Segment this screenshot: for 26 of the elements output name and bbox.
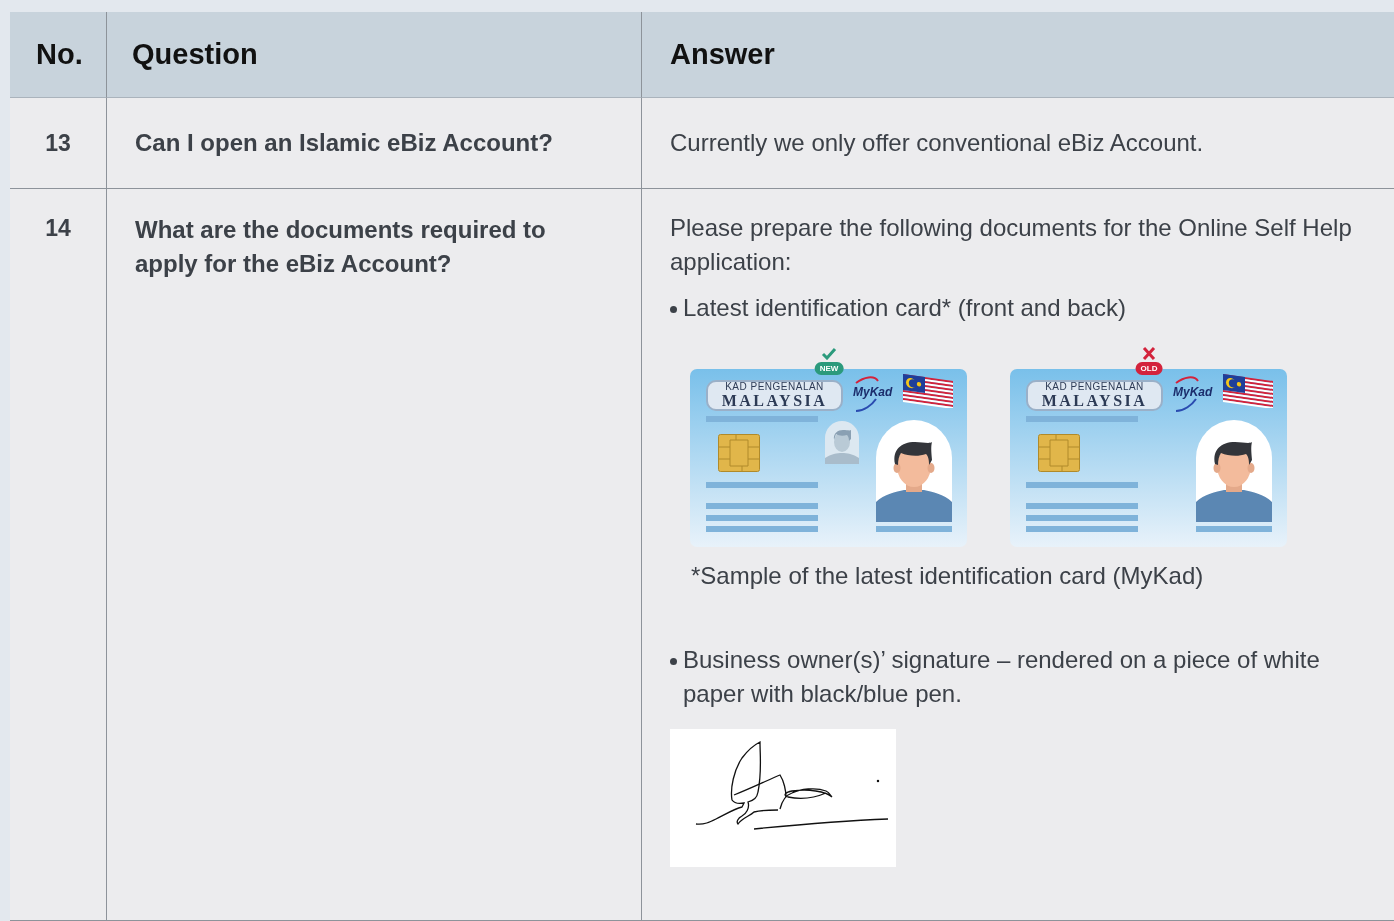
answer-text: Currently we only offer conventional eBiz Account. — [670, 128, 1204, 158]
answer-text: Please prepare the following documents for the Online Self Help application: — [670, 213, 1353, 277]
chip-icon — [1038, 434, 1080, 472]
status-badge: NEW — [814, 362, 844, 375]
column-header: Answer — [670, 38, 775, 71]
card-subtitle: MALAYSIA — [721, 392, 828, 410]
question-text: Can I open an Islamic eBiz Account? — [134, 128, 554, 158]
flag-icon — [1223, 374, 1273, 408]
card-title: KAD PENGENALAN — [1045, 381, 1144, 392]
card-title: KAD PENGENALAN — [725, 381, 824, 392]
column-header: Question — [132, 38, 258, 71]
column-header: No. — [36, 38, 83, 71]
question-text: What are the documents required to apply for the eBiz Account? — [134, 215, 547, 279]
flag-icon — [903, 374, 953, 408]
bullet-icon — [670, 658, 677, 665]
caption-text: *Sample of the latest identification card (MyKad) — [691, 561, 1205, 591]
mykad-logo: MyKad — [1173, 385, 1213, 399]
chip-icon — [718, 434, 760, 472]
row-number: 13 — [45, 129, 71, 157]
status-badge: OLD — [1135, 362, 1163, 375]
bullet-text: Latest identification card* (front and back) — [683, 293, 1126, 323]
row-number: 14 — [44, 215, 72, 242]
card-subtitle: MALAYSIA — [1041, 392, 1148, 410]
bullet-icon — [670, 306, 677, 313]
bullet-text: Business owner(s)’ signature – rendered on a piece of white paper with black/blue pen. — [683, 645, 1321, 709]
mykad-logo: MyKad — [853, 385, 893, 399]
